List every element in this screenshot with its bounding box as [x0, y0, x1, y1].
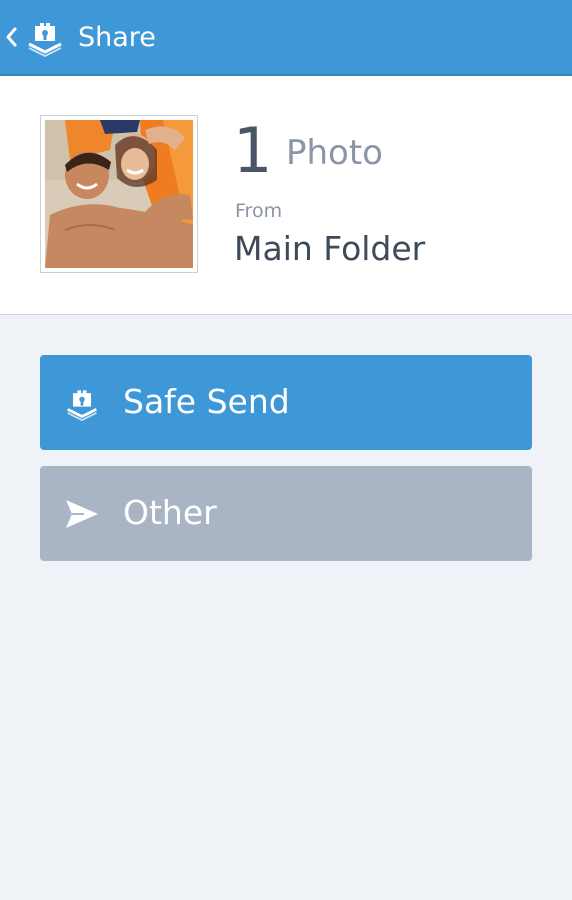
- safe-send-button[interactable]: Safe Send: [40, 355, 532, 450]
- other-label: Other: [123, 493, 217, 532]
- source-folder-name: Main Folder: [234, 229, 426, 268]
- send-icon: [66, 500, 98, 528]
- from-label: From: [235, 200, 283, 222]
- chevron-left-icon[interactable]: [4, 22, 18, 52]
- safe-vault-icon[interactable]: [26, 17, 64, 57]
- page-title: Share: [78, 22, 156, 53]
- photo-count: 1: [233, 114, 273, 187]
- safe-vault-icon: [66, 390, 98, 421]
- photo-count-label: Photo: [286, 133, 383, 173]
- share-summary: 1 Photo From Main Folder: [0, 76, 572, 315]
- top-app-bar: Share: [0, 0, 572, 76]
- other-share-button[interactable]: Other: [40, 466, 532, 561]
- photo-thumbnail[interactable]: [40, 115, 198, 273]
- safe-send-label: Safe Send: [123, 382, 290, 421]
